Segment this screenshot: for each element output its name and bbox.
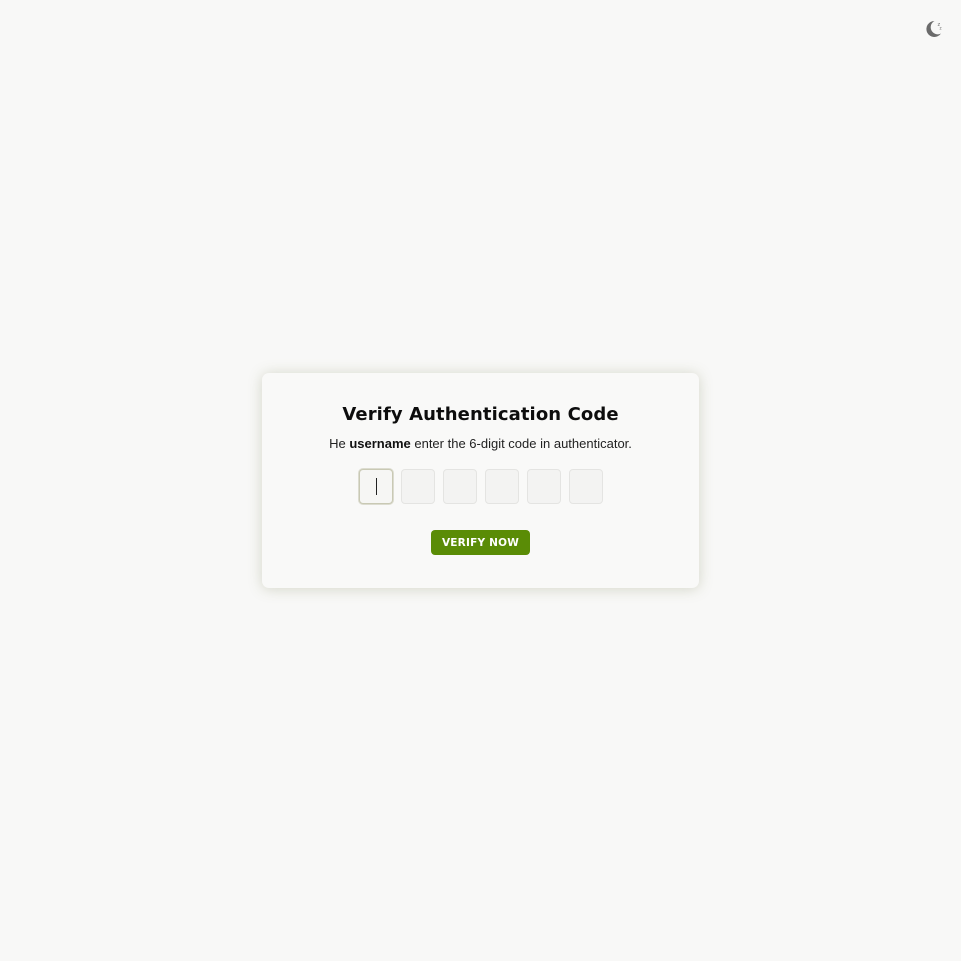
code-digit-4[interactable]	[485, 469, 519, 504]
code-digit-5[interactable]	[527, 469, 561, 504]
svg-text:z: z	[940, 26, 942, 31]
username-label: username	[349, 436, 411, 451]
theme-toggle-button[interactable]: z z	[922, 18, 944, 40]
code-digit-3[interactable]	[443, 469, 477, 504]
code-input-group	[359, 469, 603, 504]
verify-card: Verify Authentication Code He username e…	[262, 373, 699, 588]
code-digit-2[interactable]	[401, 469, 435, 504]
verify-now-button[interactable]: VERIFY NOW	[431, 530, 530, 555]
code-digit-6[interactable]	[569, 469, 603, 504]
instruction-text: He username enter the 6-digit code in au…	[262, 436, 699, 451]
page-title: Verify Authentication Code	[342, 404, 619, 425]
moon-icon: z z	[922, 18, 944, 40]
instruction-suffix: enter the 6-digit code in authenticator.	[410, 436, 632, 451]
instruction-prefix: He	[329, 436, 350, 451]
text-caret	[376, 478, 377, 495]
